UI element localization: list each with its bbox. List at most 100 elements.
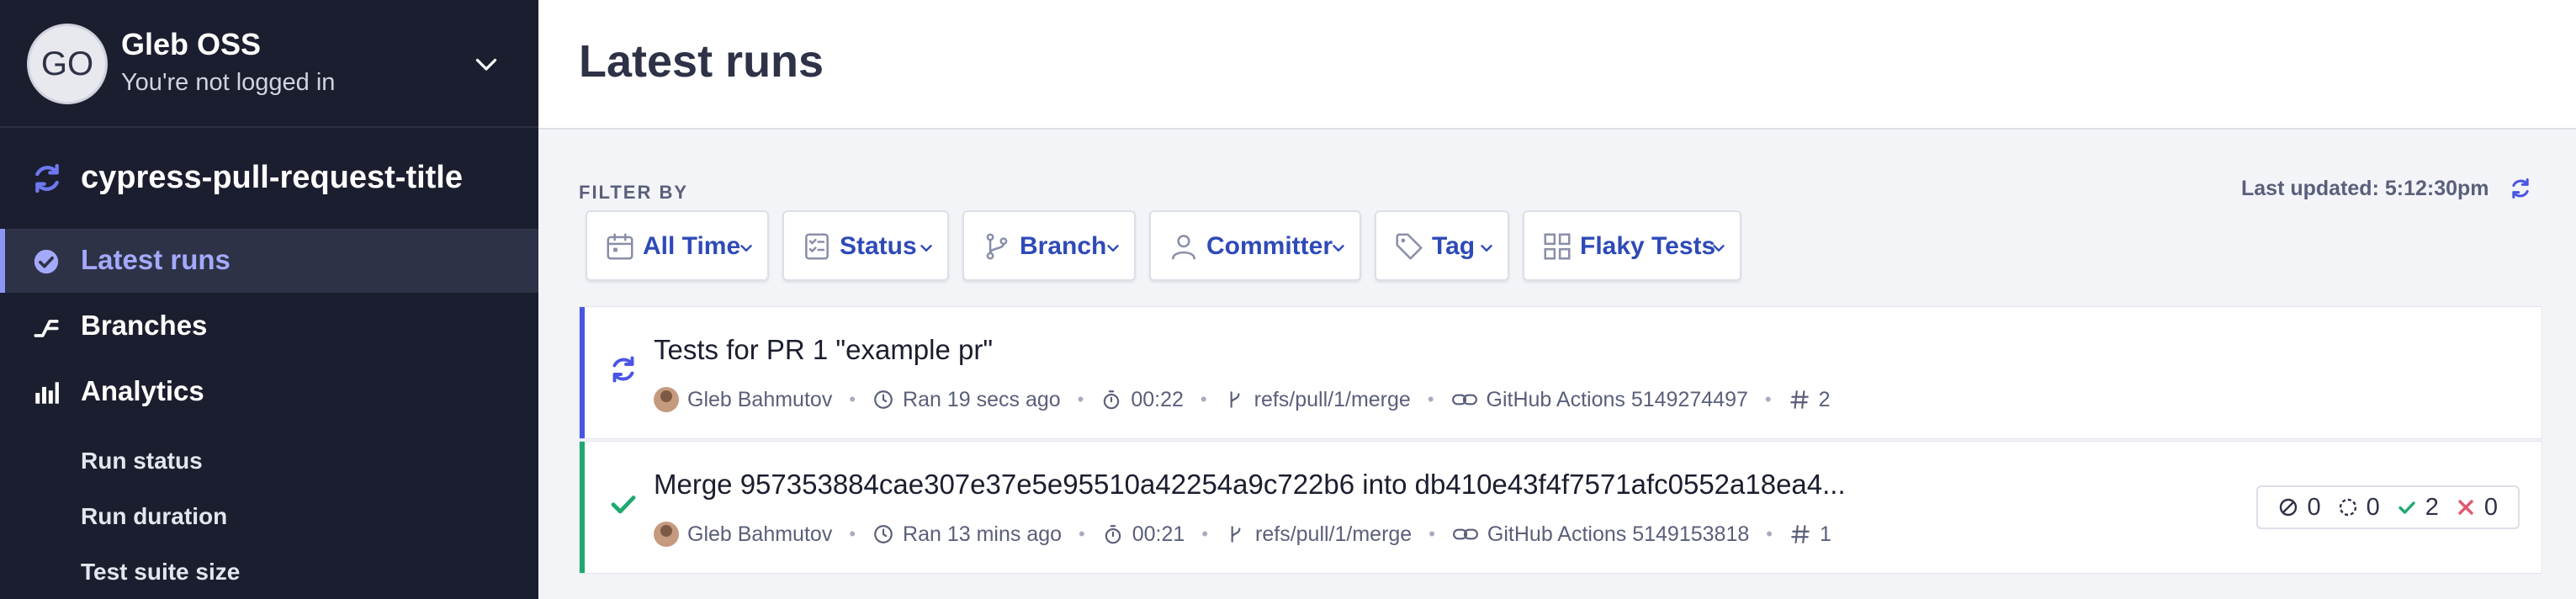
login-status: You're not logged in	[121, 69, 336, 96]
nav-item-branches[interactable]: Branches	[0, 294, 538, 358]
stopwatch-icon	[1105, 525, 1121, 544]
run-duration: 00:22	[1131, 387, 1184, 411]
filter-label: FILTER BY	[579, 182, 689, 203]
run-duration: 00:21	[1132, 522, 1185, 546]
passed-value: 2	[2425, 493, 2439, 521]
stopwatch-icon	[1104, 390, 1120, 410]
sync-icon	[35, 163, 59, 193]
nav-label: Branches	[81, 310, 208, 341]
chevron-down-icon[interactable]	[471, 49, 501, 79]
link-icon	[1452, 528, 1478, 540]
sidebar: GO Gleb OSS You're not logged in cypress…	[0, 0, 538, 599]
run-branch[interactable]: refs/pull/1/merge	[1255, 522, 1412, 547]
run-row[interactable]: Merge 957353884cae307e37e5e95510a42254a9…	[579, 441, 2542, 574]
test-results-summary[interactable]: 0 0 2 0	[2256, 485, 2520, 529]
hash-icon	[1789, 390, 1809, 409]
filter-committer[interactable]: Committer	[1149, 210, 1361, 281]
separator-dot: •	[1427, 389, 1434, 410]
nav-item-analytics[interactable]: Analytics	[0, 360, 538, 424]
run-title[interactable]: Merge 957353884cae307e37e5e95510a42254a9…	[654, 469, 1846, 501]
status-bar	[580, 442, 585, 573]
page-title: Latest runs	[579, 36, 824, 87]
x-icon	[2458, 500, 2473, 515]
filter-label-text: Branch	[1020, 232, 1107, 260]
failed-value: 0	[2483, 493, 2498, 521]
run-branch[interactable]: refs/pull/1/merge	[1254, 388, 1411, 412]
committer: Gleb Bahmutov	[654, 522, 832, 547]
skipped-icon	[2280, 498, 2298, 517]
running-sync-icon	[612, 356, 634, 383]
filter-label-text: Status	[840, 232, 917, 260]
chevron-down-icon	[740, 245, 752, 252]
chevron-down-icon	[1713, 245, 1725, 252]
calendar-icon	[607, 233, 633, 260]
run-time: Ran 13 mins ago	[903, 522, 1063, 546]
chevron-down-icon	[1481, 245, 1492, 252]
run-title[interactable]: Tests for PR 1 "example pr"	[654, 334, 993, 366]
git-branch-icon	[986, 233, 1008, 260]
chevron-down-icon	[920, 245, 932, 252]
org-switcher[interactable]: GO Gleb OSS You're not logged in	[0, 0, 538, 128]
nav-item-latest-runs[interactable]: Latest runs	[0, 229, 538, 293]
org-name: Gleb OSS	[121, 27, 262, 61]
checklist-icon	[805, 233, 829, 260]
git-branch-icon	[1231, 526, 1241, 543]
project-name: cypress-pull-request-title	[81, 160, 463, 195]
run-row[interactable]: Tests for PR 1 "example pr" Gleb Bahmuto…	[579, 306, 2542, 439]
clock-icon	[874, 390, 893, 409]
sidebar-item-test-suite-size[interactable]: Test suite size	[81, 559, 240, 586]
skipped-count: 0	[2278, 493, 2321, 522]
pending-count: 0	[2338, 494, 2380, 522]
filter-label-text: Tag	[1432, 232, 1476, 260]
filter-all-time[interactable]: All Time	[586, 210, 769, 281]
separator-dot: •	[1077, 389, 1084, 410]
nav-label: Latest runs	[81, 244, 231, 275]
separator-dot: •	[849, 389, 856, 410]
separator-dot: •	[1764, 389, 1772, 410]
filter-tag[interactable]: Tag	[1375, 210, 1509, 281]
filter-label-text: All Time	[643, 232, 741, 260]
separator-dot: •	[849, 523, 856, 544]
pending-value: 0	[2366, 493, 2380, 521]
passed-count: 2	[2397, 494, 2439, 522]
sidebar-item-run-status[interactable]: Run status	[81, 448, 203, 474]
run-ci-build[interactable]: GitHub Actions 5149274497	[1487, 388, 1748, 412]
skipped-value: 0	[2307, 493, 2321, 521]
check-circle-icon	[34, 249, 59, 274]
last-updated: Last updated: 5:12:30pm	[2241, 177, 2489, 200]
page-header: Latest runs	[538, 0, 2576, 130]
failed-count: 0	[2456, 494, 2498, 522]
org-avatar[interactable]: GO	[27, 24, 108, 104]
separator-dot: •	[1079, 523, 1085, 544]
status-bar	[580, 307, 585, 438]
filter-label-text: Committer	[1206, 232, 1333, 260]
run-meta: Gleb Bahmutov • Ran 19 secs ago • 00:22 …	[654, 384, 1830, 415]
run-ci-build[interactable]: GitHub Actions 5149153818	[1487, 522, 1749, 547]
clock-icon	[874, 525, 893, 543]
refresh-icon[interactable]	[2509, 177, 2532, 200]
committer-name: Gleb Bahmutov	[687, 387, 833, 411]
filter-status[interactable]: Status	[782, 210, 949, 281]
committer: Gleb Bahmutov	[654, 387, 832, 412]
separator-dot: •	[1766, 523, 1773, 544]
chevron-down-icon	[1333, 245, 1344, 252]
run-number: 1	[1819, 522, 1831, 546]
filter-flaky-tests[interactable]: Flaky Tests	[1523, 210, 1741, 281]
grid-icon	[1544, 233, 1571, 260]
separator-dot: •	[1201, 523, 1209, 544]
sidebar-item-run-duration[interactable]: Run duration	[81, 503, 227, 530]
branch-icon	[34, 320, 59, 337]
pending-icon	[2339, 498, 2356, 517]
committer-avatar	[654, 522, 679, 547]
project-header[interactable]: cypress-pull-request-title	[0, 153, 538, 207]
committer-avatar	[654, 387, 679, 412]
filter-label-text: Flaky Tests	[1580, 232, 1716, 260]
run-time: Ran 19 secs ago	[903, 387, 1061, 411]
filter-branch[interactable]: Branch	[962, 210, 1136, 281]
run-number: 2	[1818, 387, 1831, 411]
check-icon	[2398, 501, 2415, 514]
chevron-down-icon	[1107, 245, 1119, 252]
check-icon	[611, 496, 636, 514]
separator-dot: •	[1428, 523, 1435, 544]
committer-name: Gleb Bahmutov	[687, 522, 833, 546]
